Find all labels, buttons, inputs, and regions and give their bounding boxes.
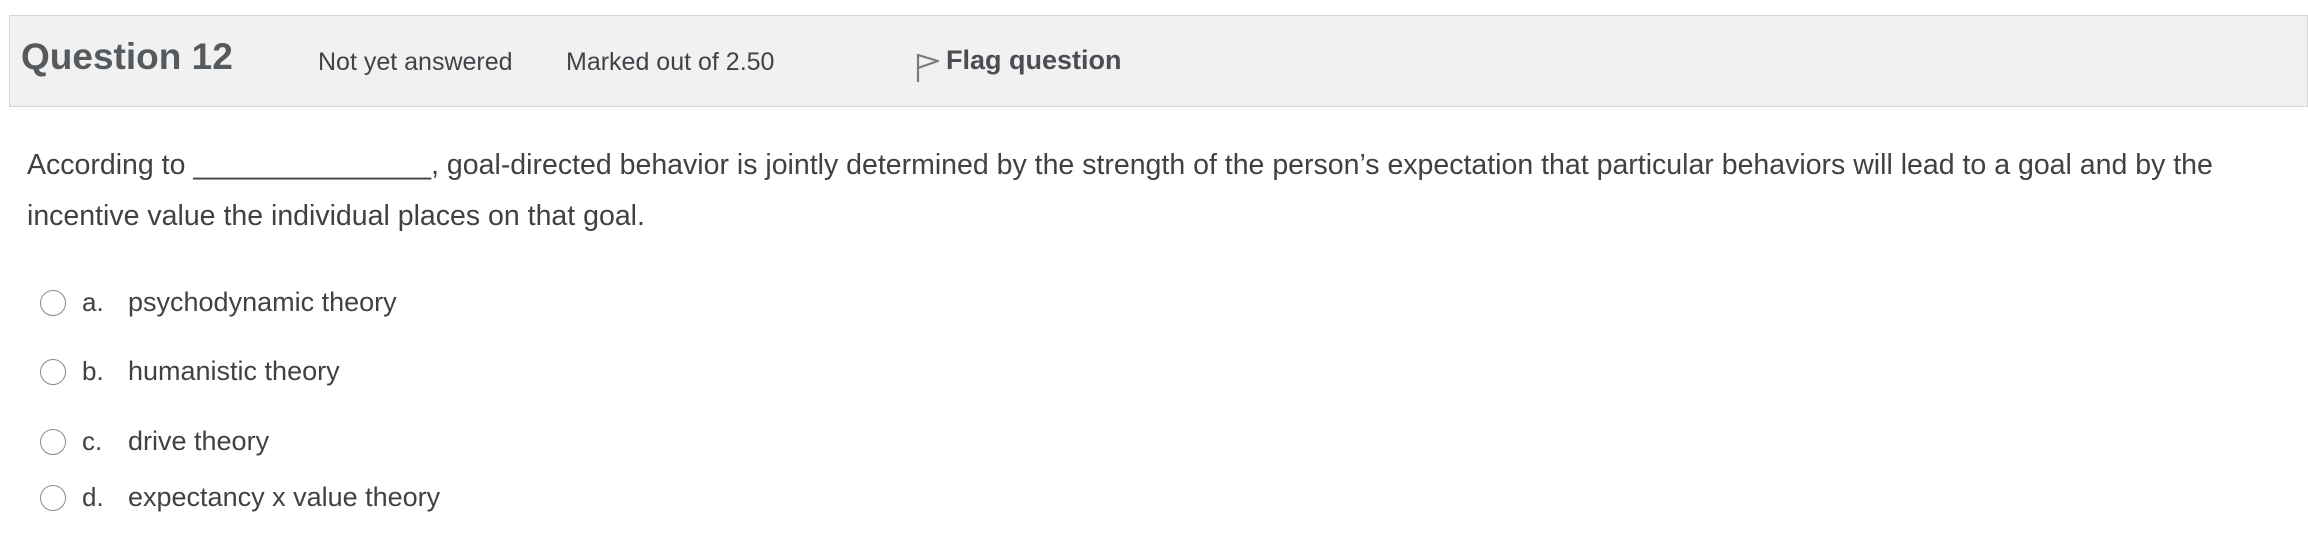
question-marks: Marked out of 2.50: [566, 48, 775, 76]
flag-question-button[interactable]: Flag question: [910, 44, 1122, 84]
question-number: Question 12: [21, 36, 233, 77]
answer-letter: c.: [82, 426, 103, 456]
answer-label[interactable]: expectancy x value theory: [128, 482, 440, 513]
answer-letter: a.: [82, 287, 104, 317]
answer-option-c[interactable]: c. drive theory: [40, 426, 269, 457]
answer-status: Not yet answered: [318, 48, 513, 76]
answer-option-a[interactable]: a. psychodynamic theory: [40, 287, 397, 318]
answer-letter: b.: [82, 356, 104, 386]
radio-button-d[interactable]: [40, 484, 66, 511]
answer-option-d[interactable]: d. expectancy x value theory: [40, 482, 440, 513]
radio-button-b[interactable]: [40, 358, 66, 385]
flag-icon[interactable]: [910, 44, 942, 84]
answer-option-b[interactable]: b. humanistic theory: [40, 356, 340, 387]
question-info-bar: Question 12 Not yet answered Marked out …: [9, 15, 2308, 107]
answer-label[interactable]: psychodynamic theory: [128, 287, 397, 318]
question-text: According to _______________, goal-direc…: [27, 149, 2213, 232]
radio-button-c[interactable]: [40, 428, 66, 455]
flag-question-label[interactable]: Flag question: [946, 44, 1122, 76]
answer-label[interactable]: drive theory: [128, 426, 269, 457]
answer-label[interactable]: humanistic theory: [128, 356, 340, 387]
answer-letter: d.: [82, 482, 104, 512]
radio-button-a[interactable]: [40, 289, 66, 316]
